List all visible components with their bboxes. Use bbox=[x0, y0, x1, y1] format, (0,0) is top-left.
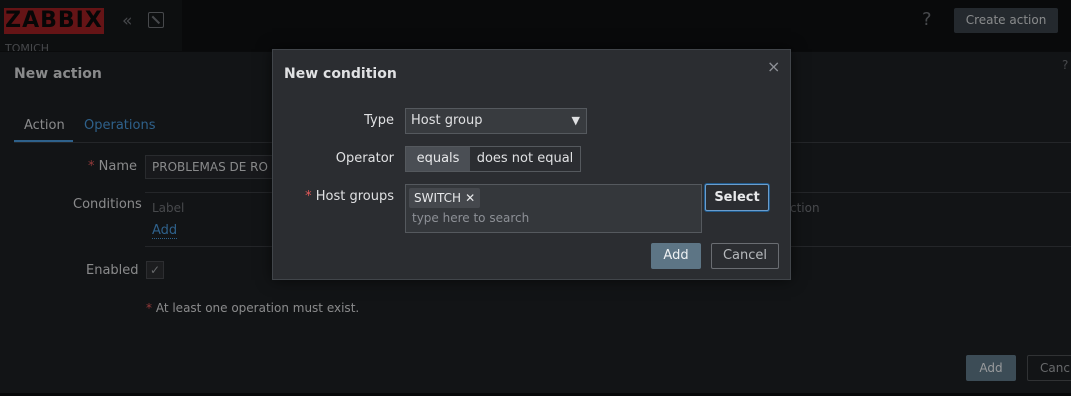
host-groups-search-input[interactable]: type here to search bbox=[412, 211, 529, 225]
host-groups-multiselect[interactable]: SWITCH ✕ type here to search bbox=[405, 184, 702, 233]
chevron-down-icon: ▼ bbox=[571, 114, 580, 127]
new-condition-modal: New condition × Type Host group ▼ Operat… bbox=[272, 49, 791, 280]
select-button[interactable]: Select bbox=[705, 184, 769, 211]
add-button[interactable]: Add bbox=[651, 243, 701, 269]
type-select-value: Host group bbox=[411, 113, 483, 128]
type-label: Type bbox=[364, 113, 394, 128]
type-select[interactable]: Host group ▼ bbox=[405, 108, 587, 134]
remove-icon[interactable]: ✕ bbox=[465, 191, 475, 205]
cancel-button[interactable]: Cancel bbox=[711, 243, 779, 269]
chip-label: SWITCH bbox=[414, 191, 462, 205]
host-groups-label: * Host groups bbox=[305, 189, 394, 204]
operator-does-not-equal-option[interactable]: does not equal bbox=[470, 146, 581, 172]
operator-label: Operator bbox=[335, 151, 394, 166]
modal-title: New condition bbox=[284, 66, 397, 82]
operator-equals-option[interactable]: equals bbox=[405, 146, 471, 172]
host-group-chip: SWITCH ✕ bbox=[409, 188, 481, 208]
required-marker: * bbox=[305, 189, 312, 204]
host-groups-label-text: Host groups bbox=[315, 189, 394, 204]
close-icon[interactable]: × bbox=[767, 57, 780, 76]
